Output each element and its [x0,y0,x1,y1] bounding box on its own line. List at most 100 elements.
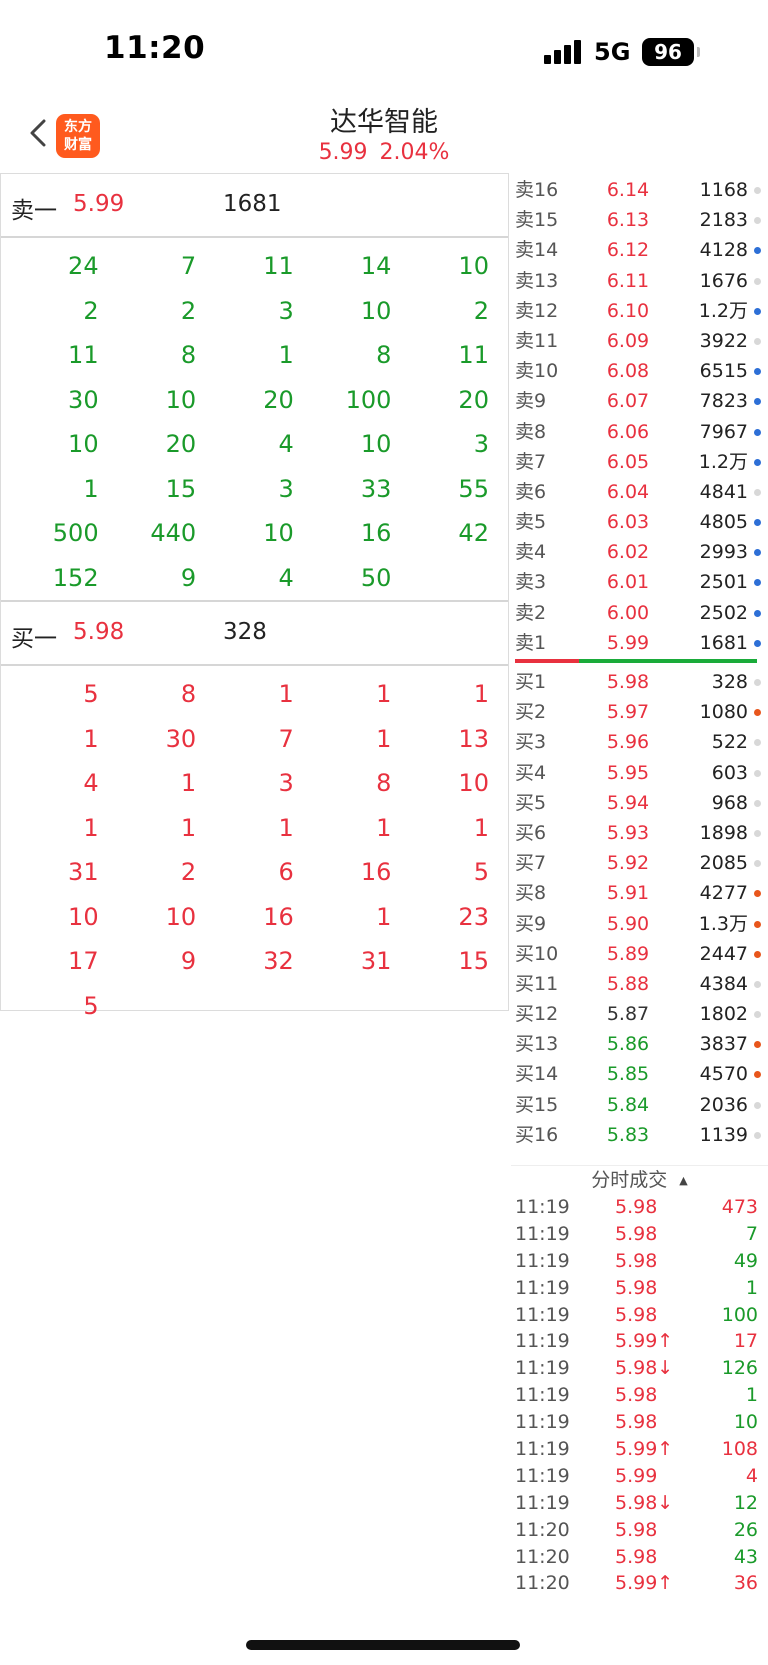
queue-cell: 10 [360,430,392,458]
bid-row[interactable]: 买5 5.94 968 [511,788,768,818]
ask-volume: 3922 [699,329,748,352]
tick-volume: 108 [721,1438,758,1461]
bid-row[interactable]: 买2 5.97 1080 [511,697,768,727]
bid-row[interactable]: 买11 5.88 4384 [511,969,768,999]
home-indicator[interactable] [246,1640,520,1650]
tick-row: 11:19 5.98 49 [511,1248,768,1275]
sell-one-row[interactable]: 卖一 5.99 1681 [1,174,508,238]
buy-one-price: 5.98 [73,619,125,645]
dot-icon [754,769,761,777]
bid-row[interactable]: 买14 5.85 4570 [511,1059,768,1089]
bid-price: 5.91 [606,882,650,905]
ask-row[interactable]: 卖11 6.09 3922 [511,326,768,356]
ask-volume: 4128 [699,239,748,262]
tick-volume: 126 [721,1357,758,1380]
ask-row[interactable]: 卖1 5.99 1681 [511,628,768,658]
queue-cell: 1 [83,813,99,842]
ask-row[interactable]: 卖14 6.12 4128 [511,235,768,265]
bid-row[interactable]: 买12 5.87 1802 [511,999,768,1029]
dot-icon [754,980,761,988]
queue-cell: 2 [180,296,197,325]
dot-icon [754,709,761,717]
bid-row[interactable]: 买15 5.84 2036 [511,1090,768,1120]
queue-cell: 1 [376,724,392,753]
ask-row[interactable]: 卖15 6.13 2183 [511,205,768,235]
ask-row[interactable]: 卖4 6.02 2993 [511,537,768,567]
ask-row[interactable]: 卖2 6.00 2502 [511,598,768,628]
ask-label: 卖4 [515,541,547,564]
bid-row[interactable]: 买6 5.93 1898 [511,818,768,848]
dot-icon [754,519,761,527]
ask-price: 6.09 [606,329,650,352]
bid-label: 买13 [515,1033,559,1056]
ask-price: 6.11 [606,269,650,292]
bid-row[interactable]: 买3 5.96 522 [511,727,768,757]
buy-one-volume: 328 [223,619,267,645]
app-logo[interactable]: 东方 财富 [56,114,100,158]
bid-label: 买3 [515,731,547,754]
bid-row[interactable]: 买9 5.90 1.3万 [511,909,768,939]
bid-volume: 1080 [699,701,748,724]
back-arrow-icon[interactable] [24,118,54,148]
network-type: 5G [594,38,631,66]
bid-row[interactable]: 买7 5.92 2085 [511,848,768,878]
caret-up-icon: ▲ [679,1173,688,1187]
bid-label: 买15 [515,1093,559,1116]
ask-row[interactable]: 卖7 6.05 1.2万 [511,447,768,477]
tick-row: 11:19 5.98 100 [511,1302,768,1329]
ask-row[interactable]: 卖16 6.14 1168 [511,175,768,205]
ask-row[interactable]: 卖12 6.10 1.2万 [511,296,768,326]
tick-price: 5.99 [615,1464,658,1487]
ask-row[interactable]: 卖9 6.07 7823 [511,386,768,416]
ask-row[interactable]: 卖5 6.03 4805 [511,507,768,537]
dot-icon [754,549,761,557]
bid-price: 5.95 [606,761,650,784]
bid-volume: 968 [711,791,748,814]
bid-price: 5.90 [606,912,650,935]
dot-icon [754,920,761,928]
queue-cell: 7 [180,252,197,280]
ask-row[interactable]: 卖13 6.11 1676 [511,266,768,296]
queue-cell: 10 [165,902,197,931]
tick-time: 11:19 [515,1491,570,1514]
bid-row[interactable]: 买13 5.86 3837 [511,1029,768,1059]
bid-row[interactable]: 买16 5.83 1139 [511,1120,768,1150]
queue-cell: 17 [68,947,99,975]
ticks-title: 分时成交 [591,1169,668,1191]
queue-cell: 3 [278,474,294,503]
tick-price: 5.99↑ [615,1572,674,1595]
queue-cell: 9 [180,947,197,975]
ticks-header[interactable]: 分时成交 ▲ [511,1165,768,1194]
queue-cell: 13 [458,724,489,753]
bid-row[interactable]: 买10 5.89 2447 [511,939,768,969]
bid-row[interactable]: 买1 5.98 328 [511,667,768,697]
bid-row[interactable]: 买4 5.95 603 [511,758,768,788]
tick-time: 11:19 [515,1384,570,1407]
bid-label: 买8 [515,882,547,905]
queue-cell: 42 [458,519,489,547]
dot-icon [754,277,761,285]
ask-volume: 7967 [699,420,748,443]
bid-row[interactable]: 买8 5.91 4277 [511,878,768,908]
queue-cell: 50 [360,563,392,592]
tick-price: 5.98 [615,1276,658,1299]
bid-label: 买4 [515,761,547,784]
bid-label: 买6 [515,821,547,844]
queue-cell: 10 [458,252,489,280]
buy-one-row[interactable]: 买一 5.98 328 [1,602,508,666]
tick-price: 5.98 [615,1196,658,1218]
ask-row[interactable]: 卖6 6.04 4841 [511,477,768,507]
ask-row[interactable]: 卖10 6.08 6515 [511,356,768,386]
queue-cell [391,984,489,1029]
tick-volume: 1 [745,1384,758,1407]
tick-price: 5.99↑ [615,1438,674,1461]
bid-label: 买12 [515,1003,559,1026]
ask-volume: 6515 [699,360,748,383]
bid-label: 买11 [515,972,559,995]
ask-label: 卖8 [515,420,547,443]
dot-icon [754,488,761,496]
dot-icon [754,799,761,807]
ask-row[interactable]: 卖3 6.01 2501 [511,567,768,597]
ask-row[interactable]: 卖8 6.06 7967 [511,417,768,447]
queue-cell: 10 [263,519,294,547]
